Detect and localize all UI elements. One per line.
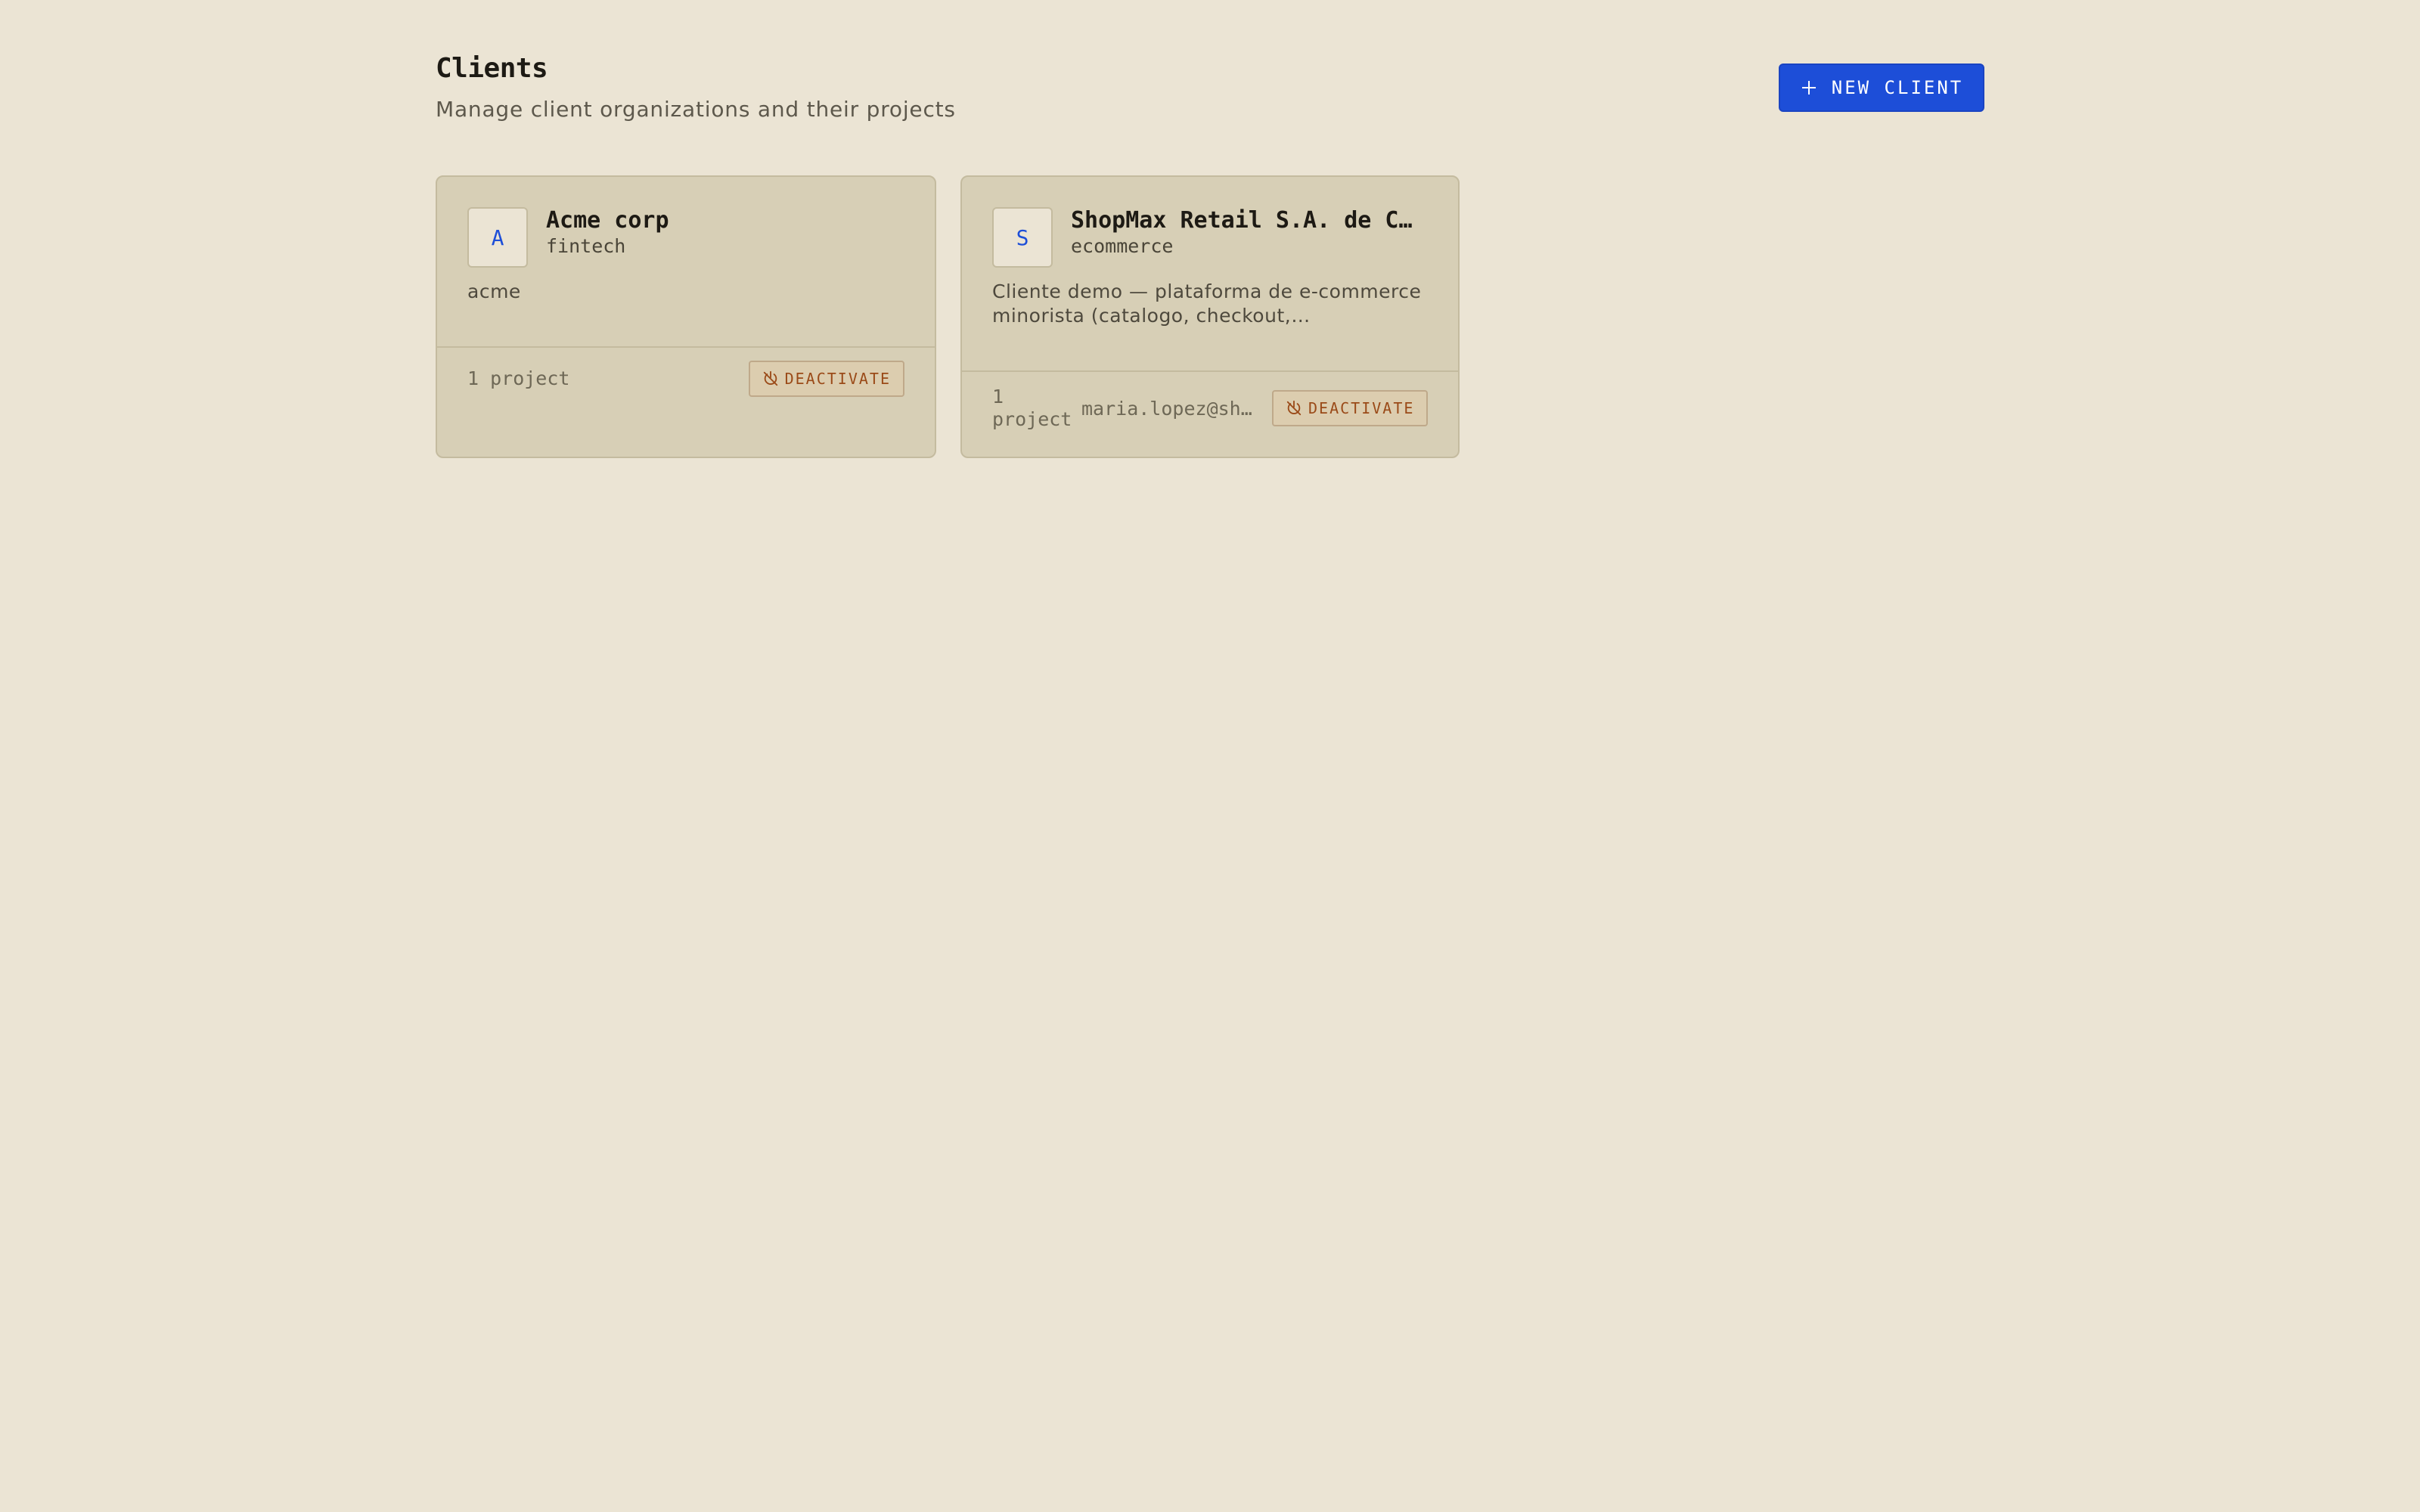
client-industry: ecommerce <box>1071 235 1174 257</box>
page-title: Clients <box>436 53 548 84</box>
power-off-icon <box>1286 400 1302 417</box>
client-industry: fintech <box>546 235 626 257</box>
project-count: 1 project <box>467 367 570 389</box>
client-name: Acme corp <box>546 207 669 234</box>
deactivate-label: DEACTIVATE <box>784 370 891 388</box>
card-footer: 1 project maria.lopez@sh… DEACTIVATE <box>962 370 1458 445</box>
avatar: S <box>992 207 1053 268</box>
client-description: acme <box>467 280 521 302</box>
page-header: Clients Manage client organizations and … <box>436 51 956 124</box>
page-subtitle: Manage client organizations and their pr… <box>436 97 956 122</box>
project-count: 1 project <box>992 386 1072 430</box>
new-client-label: NEW CLIENT <box>1831 77 1964 98</box>
avatar: A <box>467 207 528 268</box>
plus-icon <box>1800 79 1818 97</box>
deactivate-button[interactable]: DEACTIVATE <box>748 361 904 397</box>
client-card[interactable]: A Acme corp fintech acme 1 project DEACT… <box>436 175 936 458</box>
deactivate-button[interactable]: DEACTIVATE <box>1272 390 1429 426</box>
client-card[interactable]: S ShopMax Retail S.A. de C… ecommerce Cl… <box>960 175 1460 458</box>
contact-email: maria.lopez@sh… <box>1081 397 1252 420</box>
new-client-button[interactable]: NEW CLIENT <box>1779 64 1984 112</box>
client-description: Cliente demo — plataforma de e-commerce … <box>992 280 1422 327</box>
card-footer: 1 project DEACTIVATE <box>437 346 935 410</box>
power-off-icon <box>762 370 779 387</box>
client-name: ShopMax Retail S.A. de C… <box>1071 207 1413 234</box>
deactivate-label: DEACTIVATE <box>1308 399 1415 417</box>
